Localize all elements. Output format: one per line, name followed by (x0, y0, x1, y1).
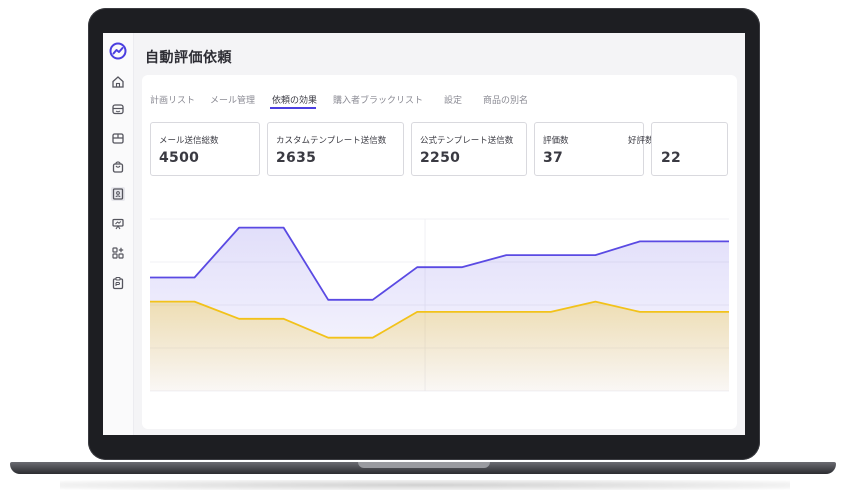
stat-value: 22 (661, 150, 682, 166)
stat-label: 公式テンプレート送信数 (420, 136, 514, 146)
tab-settings[interactable]: 設定 (444, 93, 462, 106)
main-panel: 計画リスト メール管理 依頼の効果 購入者ブラックリスト 設定 商品の別名 メー… (142, 75, 737, 429)
stat-card-positive-count: 22 (651, 122, 728, 176)
logo-chart-icon[interactable] (109, 42, 127, 60)
tab-plan-list[interactable]: 計画リスト (150, 93, 195, 106)
stat-value: 2250 (420, 150, 461, 166)
sidebar (103, 33, 134, 435)
contact-card-icon[interactable] (111, 187, 125, 201)
stat-label: 評価数 (543, 136, 569, 146)
stat-card-review-count: 評価数 37 好評数 (534, 122, 654, 176)
stat-label: 好評数 (628, 136, 654, 146)
tab-product-alias[interactable]: 商品の別名 (483, 93, 528, 106)
store-icon[interactable] (111, 102, 125, 116)
tab-request-effect[interactable]: 依頼の効果 (272, 93, 317, 106)
laptop-shadow (60, 480, 790, 490)
page-title: 自動評価依頼 (145, 50, 232, 66)
stat-value: 4500 (159, 150, 200, 166)
stat-card-official-template: 公式テンプレート送信数 2250 (411, 122, 527, 176)
stat-label: メール送信総数 (159, 136, 219, 146)
presentation-icon[interactable] (111, 217, 125, 231)
home-icon[interactable] (111, 75, 125, 89)
active-tab-indicator (270, 107, 316, 109)
laptop-notch (358, 462, 490, 468)
tab-buyer-blacklist[interactable]: 購入者ブラックリスト (333, 93, 423, 106)
shopping-bag-icon[interactable] (111, 160, 125, 174)
apps-icon[interactable] (111, 246, 125, 260)
stat-card-custom-template: カスタムテンプレート送信数 2635 (267, 122, 404, 176)
effect-area-chart (150, 218, 729, 392)
stat-value: 2635 (276, 150, 317, 166)
stat-value: 37 (543, 150, 564, 166)
app-screen: 自動評価依頼 計画リスト メール管理 依頼の効果 購入者ブラックリスト 設定 商… (103, 33, 745, 435)
tab-mail-management[interactable]: メール管理 (210, 93, 255, 106)
box-icon[interactable] (111, 131, 125, 145)
clipboard-icon[interactable] (111, 276, 125, 290)
stat-label: カスタムテンプレート送信数 (276, 136, 387, 146)
stat-card-total-mails: メール送信総数 4500 (150, 122, 260, 176)
